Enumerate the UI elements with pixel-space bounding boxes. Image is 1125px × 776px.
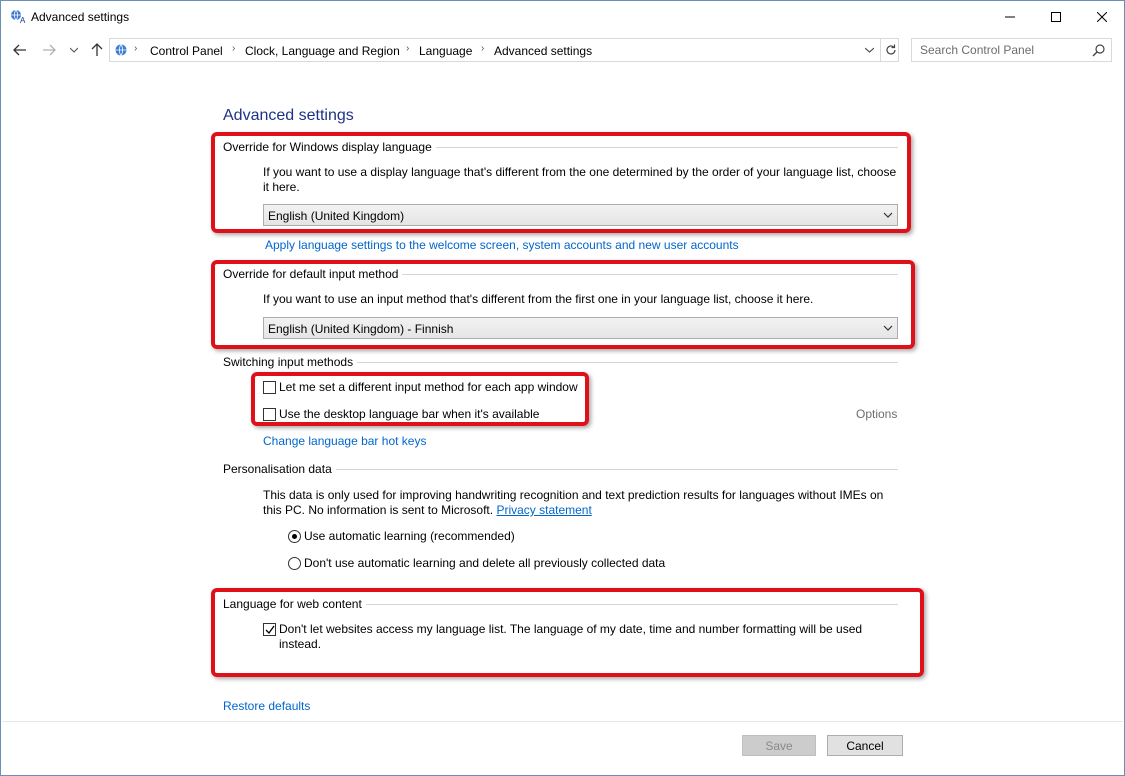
breadcrumb-clock-language-region[interactable]: Clock, Language and Region [245,44,400,58]
checkmark-icon [265,625,275,635]
forward-button[interactable] [39,40,59,60]
web-language-list-label[interactable]: Don't let websites access my language li… [279,622,862,652]
breadcrumb-language[interactable]: Language [419,44,472,58]
arrow-up-icon [91,43,103,56]
language-globe-icon: A [11,9,26,24]
page-title: Advanced settings [223,107,354,124]
chevron-down-icon [883,325,893,331]
input-method-select[interactable]: English (United Kingdom) - Finnish [263,317,898,339]
web-language-list-label-line1: Don't let websites access my language li… [279,622,863,636]
automatic-learning-label[interactable]: Use automatic learning (recommended) [304,529,515,544]
per-app-input-method-label[interactable]: Let me set a different input method for … [279,380,578,395]
search-icon[interactable] [1092,43,1106,57]
navigation-bar: › Control Panel › Clock, Language and Re… [1,34,1124,66]
close-button[interactable] [1079,1,1125,32]
no-automatic-learning-label[interactable]: Don't use automatic learning and delete … [304,556,665,571]
per-app-input-method-checkbox[interactable] [263,381,276,394]
input-method-description: If you want to use an input method that'… [263,292,814,306]
search-input[interactable] [912,39,1087,61]
display-language-description-line2: it here. [263,180,300,194]
arrow-right-icon [43,44,56,56]
input-method-group-title: Override for default input method [223,267,403,281]
address-history-dropdown[interactable] [862,43,876,57]
minimize-icon [1005,16,1015,17]
personalisation-description-line2: this PC. No information is sent to Micro… [263,503,883,518]
change-hotkeys-link[interactable]: Change language bar hot keys [263,434,426,449]
breadcrumb-separator-icon: › [134,43,138,54]
no-automatic-learning-radio[interactable] [288,557,301,570]
maximize-icon [1051,11,1061,22]
input-method-selected-value: English (United Kingdom) - Finnish [268,322,454,336]
recent-locations-button[interactable] [64,40,84,60]
chevron-down-icon [883,212,893,218]
chevron-down-icon [70,47,78,53]
title-bar: A Advanced settings [1,1,1124,32]
cancel-button[interactable]: Cancel [827,735,903,756]
web-content-group-title: Language for web content [223,597,366,611]
web-language-list-checkbox[interactable] [263,623,276,636]
window-title: Advanced settings [31,10,130,24]
back-button[interactable] [10,40,30,60]
privacy-statement-link[interactable]: Privacy statement [496,503,591,517]
personalisation-description-text: this PC. No information is sent to Micro… [263,503,494,517]
address-bar[interactable]: › Control Panel › Clock, Language and Re… [109,38,899,62]
footer-divider [2,721,1123,722]
arrow-left-icon [13,44,26,56]
desktop-language-bar-label[interactable]: Use the desktop language bar when it's a… [279,407,539,422]
breadcrumb-separator-icon: › [406,43,410,54]
personalisation-group-title: Personalisation data [223,462,336,476]
restore-defaults-link[interactable]: Restore defaults [223,699,310,714]
advanced-settings-window: A Advanced settings › Control Panel › Cl… [0,0,1125,776]
automatic-learning-radio[interactable] [288,530,301,543]
display-language-group-title: Override for Windows display language [223,140,436,154]
display-language-selected-value: English (United Kingdom) [268,209,405,223]
control-panel-icon [115,44,127,56]
desktop-language-bar-checkbox[interactable] [263,408,276,421]
chevron-down-icon [864,47,874,53]
personalisation-description: This data is only used for improving han… [263,488,883,518]
breadcrumb-advanced-settings[interactable]: Advanced settings [494,44,592,58]
refresh-button[interactable] [880,39,900,61]
personalisation-description-line1: This data is only used for improving han… [263,488,884,502]
switching-group-title: Switching input methods [223,355,358,369]
apply-language-settings-link[interactable]: Apply language settings to the welcome s… [265,238,739,253]
breadcrumb-control-panel[interactable]: Control Panel [150,44,223,58]
maximize-button[interactable] [1033,1,1079,32]
language-bar-options-link[interactable]: Options [856,407,897,421]
display-language-description-line1: If you want to use a display language th… [263,165,897,179]
breadcrumb-separator-icon: › [481,43,485,54]
display-language-select[interactable]: English (United Kingdom) [263,204,898,226]
breadcrumb-separator-icon: › [232,43,236,54]
close-icon [1097,11,1107,22]
save-button[interactable]: Save [742,735,816,756]
svg-text:A: A [20,16,26,24]
refresh-icon [885,44,896,55]
minimize-button[interactable] [987,1,1033,32]
search-box[interactable] [911,38,1112,62]
radio-selected-dot [292,534,297,539]
display-language-description: If you want to use a display language th… [263,165,896,195]
web-language-list-label-line2: instead. [279,637,322,651]
up-button[interactable] [87,40,107,60]
